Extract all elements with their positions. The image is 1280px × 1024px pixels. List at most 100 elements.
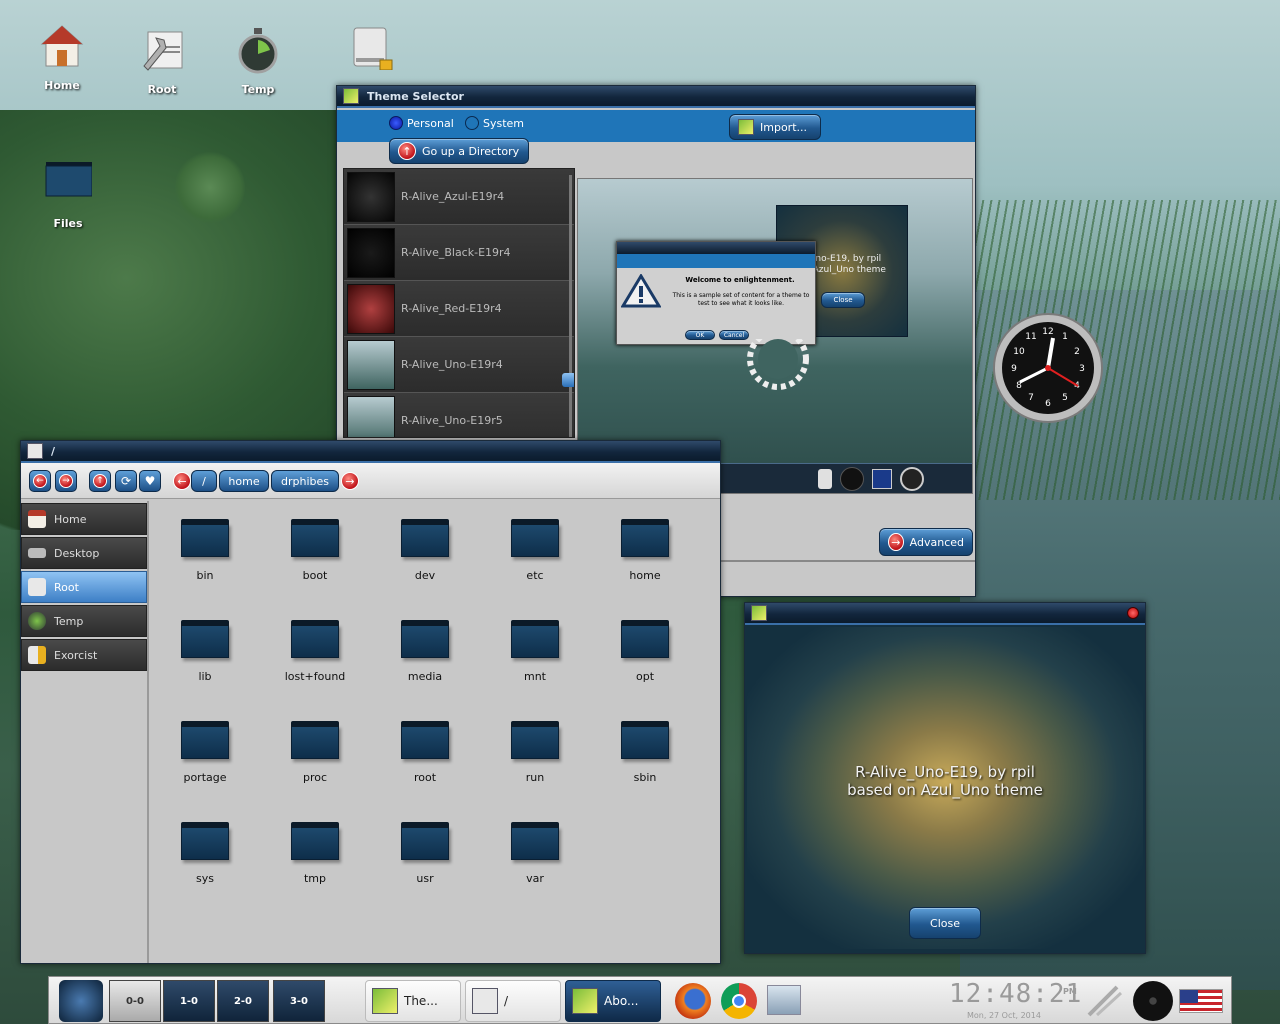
theme-item[interactable]: R-Alive_Uno-E19r4	[344, 337, 574, 393]
folder-item[interactable]: media	[375, 620, 475, 683]
clock-number: 2	[1074, 347, 1080, 357]
task-file-manager[interactable]: /	[465, 980, 561, 1022]
scrollbar-thumb[interactable]	[562, 373, 574, 387]
clock-number: 11	[1025, 332, 1036, 342]
up-button[interactable]: ↑	[89, 470, 111, 492]
pager-desktop-3[interactable]: 3-0	[273, 980, 325, 1022]
start-menu-icon[interactable]	[59, 980, 103, 1022]
folder-item[interactable]: sbin	[595, 721, 695, 784]
folder-item[interactable]: usr	[375, 822, 475, 885]
file-manager-sidebar: Home Desktop Root Temp Exorcist	[21, 501, 149, 963]
folder-label: run	[525, 771, 545, 784]
folder-item[interactable]: etc	[485, 519, 585, 582]
folder-icon	[511, 519, 559, 557]
refresh-button[interactable]: ⟳	[115, 470, 137, 492]
go-up-label: Go up a Directory	[422, 144, 520, 158]
breadcrumb-drphibes[interactable]: drphibes	[271, 470, 339, 492]
folder-item[interactable]: tmp	[265, 822, 365, 885]
folder-icon	[511, 620, 559, 658]
desktop-icon-temp[interactable]: Temp	[218, 26, 298, 96]
about-line1: R-Alive_Uno-E19, by rpil	[855, 763, 1035, 781]
folder-item[interactable]: run	[485, 721, 585, 784]
favorites-button[interactable]: ♥	[139, 470, 161, 492]
radio-personal[interactable]: Personal	[389, 116, 454, 130]
folder-item[interactable]: boot	[265, 519, 365, 582]
theme-item[interactable]: R-Alive_Uno-E19r5	[344, 393, 574, 437]
network-icon[interactable]	[1087, 985, 1127, 1017]
folder-item[interactable]: lost+found	[265, 620, 365, 683]
folder-item[interactable]: var	[485, 822, 585, 885]
taskbar-clock[interactable]: 12:48:21 PM Mon, 27 Oct, 2014	[945, 979, 1085, 1023]
sidebar-item-home[interactable]: Home	[21, 503, 147, 535]
theme-name: R-Alive_Uno-E19r5	[401, 414, 503, 427]
chrome-icon[interactable]	[721, 983, 757, 1019]
folder-item[interactable]: home	[595, 519, 695, 582]
pager-desktop-2[interactable]: 2-0	[217, 980, 269, 1022]
breadcrumb-root[interactable]: /	[191, 470, 217, 492]
desktop-icon-files[interactable]: Files	[28, 160, 108, 230]
folder-item[interactable]: sys	[155, 822, 255, 885]
folder-label: home	[629, 569, 661, 582]
theme-list-scrollbar[interactable]	[569, 175, 572, 437]
theme-name: R-Alive_Black-E19r4	[401, 246, 511, 259]
theme-item[interactable]: R-Alive_Red-E19r4	[344, 281, 574, 337]
enlightenment-gear-icon	[747, 339, 809, 390]
about-titlebar[interactable]	[745, 603, 1145, 625]
folder-item[interactable]: portage	[155, 721, 255, 784]
folder-item[interactable]: proc	[265, 721, 365, 784]
file-manager-toolbar: ← → ↑ ⟳ ♥ ← / home drphibes →	[21, 463, 720, 499]
folder-label: sbin	[633, 771, 657, 784]
sidebar-item-temp[interactable]: Temp	[21, 605, 147, 637]
theme-item[interactable]: R-Alive_Azul-E19r4	[344, 169, 574, 225]
desktop-icon-drive[interactable]	[330, 22, 410, 79]
theme-item[interactable]: R-Alive_Black-E19r4	[344, 225, 574, 281]
analog-clock-gadget[interactable]: 12 1 2 3 4 5 6 7 8 9 10 11	[992, 312, 1104, 424]
theme-name: R-Alive_Red-E19r4	[401, 302, 502, 315]
sidebar-item-label: Home	[54, 512, 87, 526]
pager-desktop-0[interactable]: 0-0	[109, 980, 161, 1022]
back-button[interactable]: ←	[29, 470, 51, 492]
folder-icon	[621, 620, 669, 658]
folder-item[interactable]: dev	[375, 519, 475, 582]
file-manager-titlebar[interactable]: /	[21, 441, 720, 463]
clock-number: 3	[1079, 364, 1085, 374]
pager-desktop-1[interactable]: 1-0	[163, 980, 215, 1022]
go-up-directory-button[interactable]: ↑ Go up a Directory	[389, 138, 529, 164]
radio-personal-label: Personal	[407, 116, 454, 130]
clock-number: 12	[1042, 327, 1053, 337]
music-player-icon[interactable]	[1133, 981, 1173, 1021]
folder-item[interactable]: opt	[595, 620, 695, 683]
advanced-button[interactable]: → Advanced	[879, 528, 973, 556]
folder-icon	[401, 519, 449, 557]
preview-dialog-header	[617, 254, 815, 268]
folder-icon	[401, 620, 449, 658]
breadcrumb-forward-icon[interactable]: →	[341, 472, 359, 490]
us-flag-keyboard-icon[interactable]	[1179, 989, 1223, 1013]
forward-button[interactable]: →	[55, 470, 77, 492]
folder-item[interactable]: lib	[155, 620, 255, 683]
task-theme-selector[interactable]: The...	[365, 980, 461, 1022]
folder-item[interactable]: root	[375, 721, 475, 784]
about-close-button[interactable]: Close	[909, 907, 981, 939]
close-window-icon[interactable]	[1127, 607, 1139, 619]
screenshot-icon[interactable]	[767, 985, 801, 1015]
preview-close-label: Close	[833, 296, 853, 304]
sidebar-item-exorcist[interactable]: Exorcist	[21, 639, 147, 671]
root-folder-icon	[28, 578, 46, 596]
folder-item[interactable]: bin	[155, 519, 255, 582]
firefox-icon[interactable]	[675, 983, 711, 1019]
radio-system[interactable]: System	[465, 116, 524, 130]
sidebar-item-desktop[interactable]: Desktop	[21, 537, 147, 569]
sidebar-item-root[interactable]: Root	[21, 571, 147, 603]
desktop-icon-root[interactable]: Root	[122, 26, 202, 96]
preview-ok-label: OK	[695, 331, 705, 339]
theme-thumbnail	[347, 395, 395, 437]
theme-selector-titlebar[interactable]: Theme Selector	[337, 86, 975, 108]
folder-item[interactable]: mnt	[485, 620, 585, 683]
clock-date: Mon, 27 Oct, 2014	[967, 1011, 1041, 1020]
task-about[interactable]: Abo...	[565, 980, 661, 1022]
breadcrumb-back-icon[interactable]: ←	[173, 472, 191, 490]
breadcrumb-home[interactable]: home	[219, 470, 269, 492]
desktop-icon-home[interactable]: Home	[22, 22, 102, 92]
import-button[interactable]: Import...	[729, 114, 821, 140]
